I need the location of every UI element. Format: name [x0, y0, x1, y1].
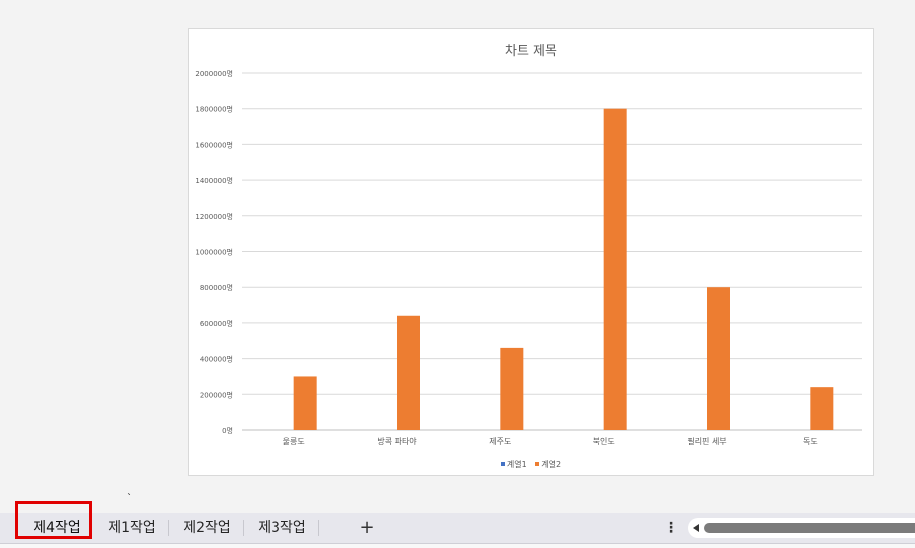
y-tick-label: 1200000명 — [195, 212, 233, 221]
tab-divider — [318, 520, 319, 536]
sheet-tab-label: 제3작업 — [258, 520, 306, 536]
legend-entry-series-1: 계열1 — [500, 460, 529, 469]
x-tick-label: 울릉도 — [283, 437, 305, 446]
sheet-tab-3[interactable]: 제3작업 — [247, 513, 317, 543]
bar-2 — [707, 287, 730, 430]
tab-divider — [243, 520, 244, 536]
y-tick-label: 1400000명 — [195, 176, 233, 185]
x-tick-label: 방콕 파타야 — [377, 436, 417, 446]
sheet-tab-label: 제1작업 — [108, 520, 156, 536]
legend-entry-series-2: 계열2 — [535, 460, 561, 469]
legend-swatch-series-1 — [500, 462, 505, 466]
x-tick-label: 북인도 — [593, 436, 615, 446]
legend-label-series-1: 계열1 — [506, 460, 527, 469]
y-tick-label: 1000000명 — [195, 248, 233, 257]
bar-2 — [810, 387, 834, 430]
y-tick-label: 2000000명 — [195, 69, 233, 78]
x-tick-label: 필리핀 세부 — [687, 436, 726, 446]
add-sheet-button[interactable]: + — [357, 513, 377, 543]
y-tick-label: 800000명 — [200, 283, 233, 292]
chart-frame[interactable]: 차트 제목 0명 200000명 400000명 600000명 800000명 1000… — [188, 28, 874, 476]
scrollbar-thumb[interactable] — [704, 523, 915, 533]
scroll-left-arrow-icon[interactable] — [693, 524, 699, 532]
more-options-icon[interactable]: ⋮ — [664, 513, 678, 543]
legend-swatch-series-2 — [535, 462, 540, 466]
y-tick-label: 0명 — [222, 426, 233, 435]
active-tab-underline — [30, 536, 84, 538]
x-tick-label: 독도 — [803, 437, 818, 446]
tab-divider — [168, 520, 169, 536]
bar-2 — [603, 108, 627, 430]
y-tick-label: 1600000명 — [195, 140, 233, 149]
sheet-tab-label: 제4작업 — [33, 520, 81, 536]
y-tick-label: 400000명 — [200, 355, 233, 364]
chart-legend: 계열1 계열2 — [189, 459, 873, 470]
horizontal-scrollbar[interactable] — [688, 518, 915, 538]
x-tick-label: 제주도 — [489, 437, 511, 446]
bar-2 — [500, 347, 524, 430]
cell-mark: ` — [127, 493, 132, 504]
sheet-tab-2[interactable]: 제2작업 — [172, 513, 242, 543]
sheet-tab-4[interactable]: 제4작업 — [22, 513, 92, 543]
status-strip — [0, 544, 915, 548]
y-tick-label: 1800000명 — [195, 105, 233, 114]
bar-2 — [293, 376, 317, 430]
bar-chart: 0명 200000명 400000명 600000명 800000명 1000000명 12… — [195, 69, 862, 446]
legend-label-series-2: 계열2 — [541, 460, 562, 469]
sheet-tab-1[interactable]: 제1작업 — [97, 513, 167, 543]
bar-2 — [397, 315, 420, 430]
sheet-tab-label: 제2작업 — [183, 520, 231, 536]
y-tick-label: 600000명 — [200, 319, 233, 328]
y-tick-label: 200000명 — [200, 390, 233, 399]
